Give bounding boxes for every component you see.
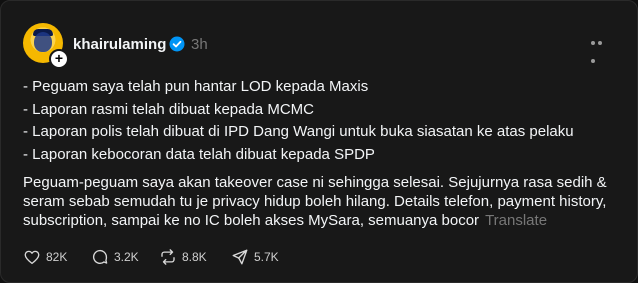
post-time[interactable]: 3h	[191, 36, 208, 53]
post-actions: 82K 3.2K 8.8K 5.7K	[23, 247, 443, 267]
verified-badge-icon	[169, 36, 185, 52]
repost-count: 8.8K	[182, 250, 207, 264]
plus-icon[interactable]: +	[49, 49, 69, 69]
comment-icon	[92, 249, 108, 265]
post-header: + khairulaming 3h	[23, 23, 617, 69]
username[interactable]: khairulaming	[73, 36, 166, 53]
bullet-line: - Laporan polis telah dibuat di IPD Dang…	[23, 123, 574, 141]
more-options-icon[interactable]	[591, 41, 611, 63]
heart-icon	[24, 250, 40, 265]
share-count: 5.7K	[254, 250, 279, 264]
post-body: Peguam-peguam saya akan takeover case ni…	[23, 173, 627, 230]
share-button[interactable]: 5.7K	[231, 247, 279, 267]
avatar-figure-shape	[34, 32, 52, 52]
share-icon	[232, 249, 248, 265]
post-bullet-list: - Peguam saya telah pun hantar LOD kepad…	[23, 76, 623, 166]
bullet-line: - Peguam saya telah pun hantar LOD kepad…	[23, 78, 369, 95]
bullet-line: - Laporan rasmi telah dibuat kepada MCMC	[23, 100, 314, 118]
repost-button[interactable]: 8.8K	[159, 247, 207, 267]
bullet-line: - Laporan kebocoran data telah dibuat ke…	[23, 145, 375, 163]
comment-count: 3.2K	[114, 250, 139, 264]
thread-post: + khairulaming 3h - Peguam saya telah pu…	[0, 0, 638, 283]
repost-icon	[161, 249, 175, 265]
comment-button[interactable]: 3.2K	[91, 247, 139, 267]
translate-link[interactable]: Translate	[485, 212, 547, 229]
like-button[interactable]: 82K	[23, 247, 67, 267]
like-count: 82K	[46, 250, 68, 264]
